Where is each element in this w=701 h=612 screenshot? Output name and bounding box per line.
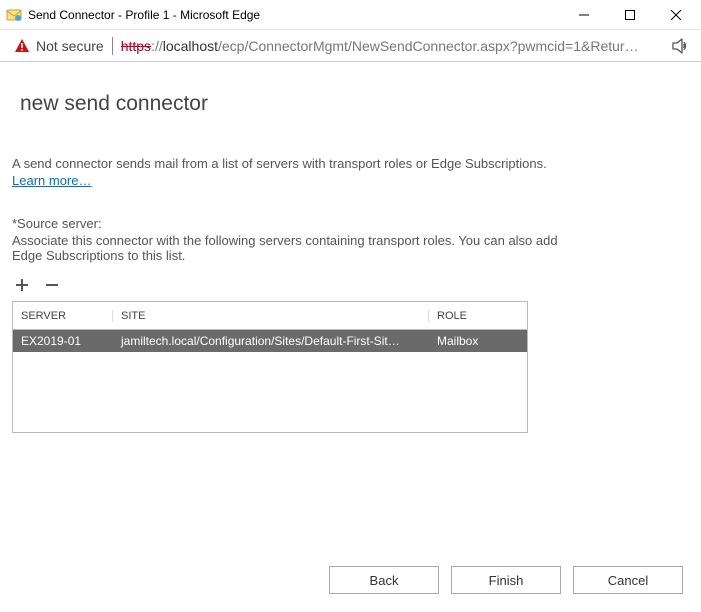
- close-button[interactable]: [653, 0, 699, 30]
- url-host: localhost: [163, 38, 218, 54]
- grid-toolbar: [12, 275, 689, 295]
- app-icon: [6, 7, 22, 23]
- address-divider: [112, 37, 113, 55]
- cell-role: Mailbox: [429, 334, 527, 348]
- header-site[interactable]: SITE: [113, 310, 429, 322]
- table-row[interactable]: EX2019-01 jamiltech.local/Configuration/…: [13, 330, 527, 352]
- page-title: new send connector: [12, 92, 689, 116]
- grid-body: EX2019-01 jamiltech.local/Configuration/…: [13, 330, 527, 352]
- minus-icon: [44, 277, 60, 293]
- servers-grid: SERVER SITE ROLE EX2019-01 jamiltech.loc…: [12, 301, 528, 433]
- security-badge[interactable]: Not secure: [14, 38, 104, 54]
- url-protocol: https: [121, 38, 151, 54]
- minimize-button[interactable]: [561, 0, 607, 30]
- cell-site: jamiltech.local/Configuration/Sites/Defa…: [113, 334, 429, 348]
- grid-header-row: SERVER SITE ROLE: [13, 302, 527, 330]
- page-content: new send connector A send connector send…: [0, 62, 701, 433]
- header-role[interactable]: ROLE: [429, 310, 527, 322]
- remove-button[interactable]: [42, 275, 62, 295]
- window-titlebar: Send Connector - Profile 1 - Microsoft E…: [0, 0, 701, 30]
- warning-icon: [14, 38, 30, 54]
- url-path: /ecp/ConnectorMgmt/NewSendConnector.aspx…: [218, 38, 639, 54]
- maximize-button[interactable]: [607, 0, 653, 30]
- cancel-button[interactable]: Cancel: [573, 566, 683, 594]
- window-title: Send Connector - Profile 1 - Microsoft E…: [28, 8, 260, 22]
- plus-icon: [14, 277, 30, 293]
- wizard-footer: Back Finish Cancel: [329, 566, 683, 594]
- cell-server: EX2019-01: [13, 334, 113, 348]
- learn-more-link[interactable]: Learn more…: [12, 173, 91, 188]
- address-bar: Not secure https://localhost/ecp/Connect…: [0, 30, 701, 62]
- source-server-label: *Source server:: [12, 216, 689, 231]
- header-server[interactable]: SERVER: [13, 310, 113, 322]
- finish-button[interactable]: Finish: [451, 566, 561, 594]
- read-aloud-button[interactable]: [665, 32, 693, 60]
- security-label: Not secure: [36, 38, 104, 54]
- add-button[interactable]: [12, 275, 32, 295]
- back-button[interactable]: Back: [329, 566, 439, 594]
- url-display[interactable]: https://localhost/ecp/ConnectorMgmt/NewS…: [121, 38, 657, 54]
- source-server-help: Associate this connector with the follow…: [12, 233, 572, 263]
- description-text: A send connector sends mail from a list …: [12, 156, 689, 171]
